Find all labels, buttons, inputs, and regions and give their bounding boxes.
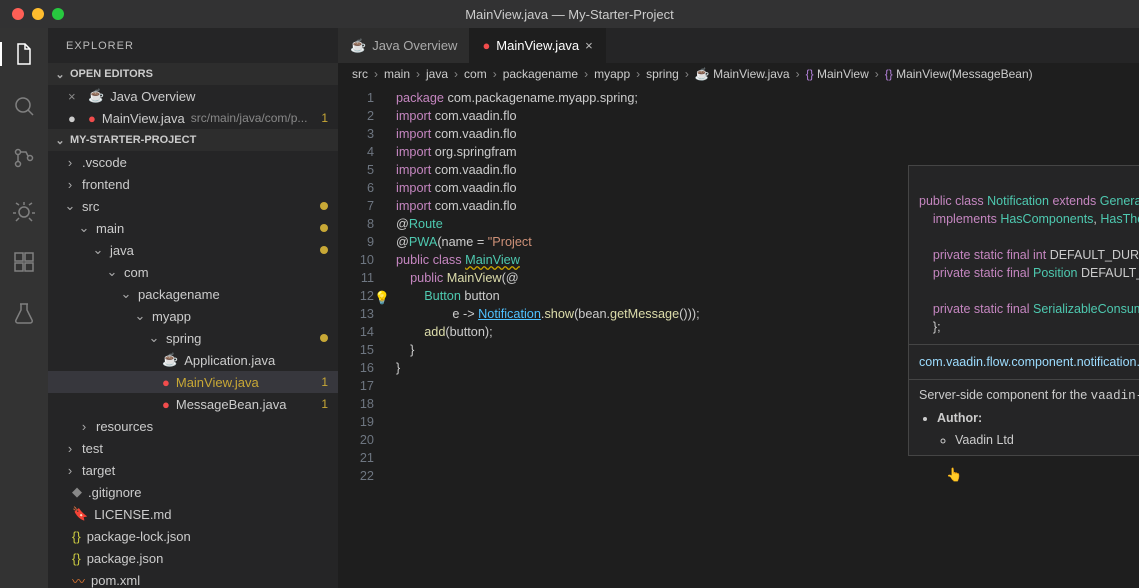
tree-item[interactable]: ⌄main (48, 217, 338, 239)
breadcrumb-item[interactable]: main (384, 67, 410, 81)
open-editor-item[interactable]: ×☕Java Overview (48, 85, 338, 107)
close-tab-icon[interactable]: × (585, 38, 593, 53)
extensions-tab[interactable] (0, 246, 48, 278)
tree-item[interactable]: 〰pom.xml (48, 569, 338, 588)
breadcrumb-item[interactable]: com (464, 67, 487, 81)
tree-item[interactable]: ●MessageBean.java1 (48, 393, 338, 415)
titlebar: MainView.java — My-Starter-Project (0, 0, 1139, 28)
test-tab[interactable] (0, 298, 48, 330)
sidebar: EXPLORER ⌄OPEN EDITORS ×☕Java Overview●●… (48, 28, 338, 588)
tree-item[interactable]: ›target (48, 459, 338, 481)
breadcrumb-item[interactable]: {} MainView (806, 67, 869, 81)
tree-item[interactable]: ›frontend (48, 173, 338, 195)
breadcrumb-item[interactable]: spring (646, 67, 679, 81)
breadcrumb-item[interactable]: java (426, 67, 448, 81)
editor-tab[interactable]: ☕Java Overview (338, 28, 470, 63)
tree-item[interactable]: 🔖LICENSE.md (48, 503, 338, 525)
tree-item[interactable]: ☕Application.java (48, 349, 338, 371)
source-control-tab[interactable] (0, 142, 48, 174)
tree-item[interactable]: ◆.gitignore (48, 481, 338, 503)
notification-link[interactable]: Notification (478, 307, 541, 321)
breadcrumb[interactable]: src›main›java›com›packagename›myapp›spri… (338, 63, 1139, 85)
tree-item[interactable]: ●MainView.java1 (48, 371, 338, 393)
tree-item[interactable]: ›test (48, 437, 338, 459)
window-title: MainView.java — My-Starter-Project (0, 7, 1139, 22)
open-editor-item[interactable]: ●●MainView.java src/main/java/com/p...1 (48, 107, 338, 129)
breadcrumb-item[interactable]: {} MainView(MessageBean) (885, 67, 1033, 81)
tab-bar: ☕Java Overview●MainView.java× (338, 28, 1139, 63)
tree-item[interactable]: ⌄spring (48, 327, 338, 349)
line-gutter: 12345678910111213141516171819202122 (338, 85, 388, 588)
search-tab[interactable] (0, 90, 48, 122)
tree-item[interactable]: ⌄packagename (48, 283, 338, 305)
tree-item[interactable]: {}package-lock.json (48, 525, 338, 547)
sidebar-title: EXPLORER (48, 28, 338, 63)
tree-item[interactable]: ›resources (48, 415, 338, 437)
tree-item[interactable]: ›.vscode (48, 151, 338, 173)
hover-doc: Server-side component for the vaadin-not… (909, 380, 1139, 455)
breadcrumb-item[interactable]: ☕ MainView.java (695, 67, 790, 81)
breadcrumb-item[interactable]: packagename (503, 67, 578, 81)
editor-area: ☕Java Overview●MainView.java× src›main›j… (338, 28, 1139, 588)
project-section[interactable]: ⌄MY-STARTER-PROJECT (48, 129, 338, 151)
debug-tab[interactable] (0, 194, 48, 226)
file-tree: ›.vscode›frontend⌄src⌄main⌄java⌄com⌄pack… (48, 151, 338, 588)
hover-tooltip[interactable]: public class Notification extends Genera… (908, 165, 1139, 456)
breadcrumb-item[interactable]: src (352, 67, 368, 81)
explorer-tab[interactable] (0, 38, 48, 70)
breadcrumb-item[interactable]: myapp (594, 67, 630, 81)
open-editors-section[interactable]: ⌄OPEN EDITORS (48, 63, 338, 85)
tree-item[interactable]: ⌄java (48, 239, 338, 261)
tree-item[interactable]: ⌄com (48, 261, 338, 283)
tree-item[interactable]: ⌄src (48, 195, 338, 217)
activity-bar (0, 28, 48, 588)
tree-item[interactable]: {}package.json (48, 547, 338, 569)
hover-fqn: com.vaadin.flow.component.notification.N… (909, 345, 1139, 379)
editor-tab[interactable]: ●MainView.java× (470, 28, 605, 63)
tree-item[interactable]: ⌄myapp (48, 305, 338, 327)
